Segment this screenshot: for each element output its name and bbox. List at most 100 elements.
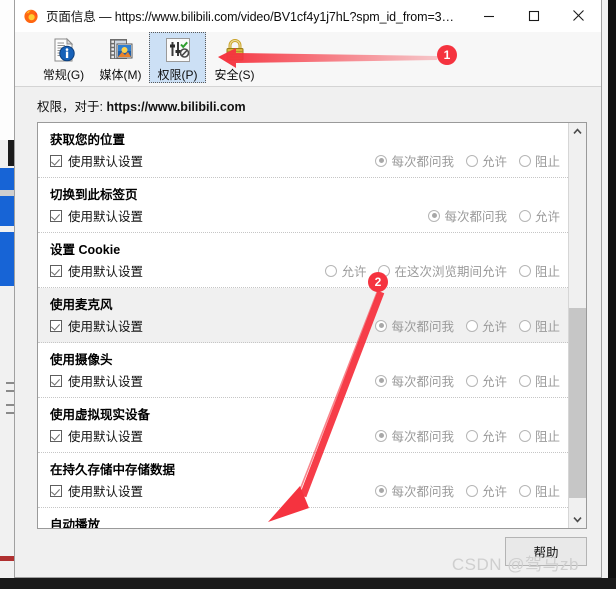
chevron-up-icon[interactable] bbox=[569, 123, 586, 140]
permission-option[interactable]: 允许 bbox=[465, 371, 507, 390]
radio-dot[interactable] bbox=[378, 264, 391, 277]
permission-options: 每次都问我 允许 阻止 bbox=[375, 151, 560, 170]
checkbox-box[interactable] bbox=[50, 209, 62, 222]
use-default-checkbox[interactable]: 使用默认设置 bbox=[50, 206, 143, 225]
tab-permissions-label: 权限(P) bbox=[157, 68, 198, 82]
permission-title: 使用麦克风 bbox=[50, 298, 113, 312]
maximize-button[interactable] bbox=[511, 0, 556, 31]
permission-title: 获取您的位置 bbox=[50, 133, 126, 147]
scrollbar-track[interactable] bbox=[569, 140, 586, 511]
permission-option[interactable]: 允许 bbox=[325, 261, 366, 280]
radio-dot[interactable] bbox=[518, 209, 531, 222]
background-tick-2 bbox=[6, 390, 14, 392]
tab-security-label: 安全(S) bbox=[214, 68, 255, 82]
padlock-icon bbox=[221, 35, 249, 65]
radio-dot[interactable] bbox=[465, 429, 478, 442]
use-default-checkbox[interactable]: 使用默认设置 bbox=[50, 426, 143, 445]
radio-dot[interactable] bbox=[518, 484, 531, 497]
use-default-checkbox[interactable]: 使用默认设置 bbox=[50, 151, 143, 170]
checkbox-box[interactable] bbox=[50, 374, 62, 387]
page-info-dialog: 页面信息 — https://www.bilibili.com/video/BV… bbox=[14, 0, 602, 578]
use-default-label: 使用默认设置 bbox=[68, 430, 144, 444]
checkbox-box[interactable] bbox=[50, 429, 62, 442]
permission-option[interactable]: 允许 bbox=[465, 481, 507, 500]
permission-option[interactable]: 每次都问我 bbox=[375, 481, 454, 500]
radio-dot[interactable] bbox=[465, 374, 478, 387]
permission-title: 在持久存储中存储数据 bbox=[50, 463, 176, 477]
dialog-footer: 帮助 CSDN @驾马zb bbox=[15, 529, 601, 577]
permission-option-label: 允许 bbox=[341, 265, 367, 279]
permission-options: 允许 在这次浏览期间允许 阻止 bbox=[325, 261, 560, 280]
permission-option[interactable]: 每次都问我 bbox=[428, 206, 507, 225]
vertical-scrollbar[interactable] bbox=[568, 123, 586, 528]
checkbox-box[interactable] bbox=[50, 319, 62, 332]
tab-permissions[interactable]: 权限(P) bbox=[149, 32, 206, 83]
permission-option[interactable]: 阻止 bbox=[518, 261, 560, 280]
use-default-checkbox[interactable]: 使用默认设置 bbox=[50, 316, 143, 335]
permission-title: 切换到此标签页 bbox=[50, 188, 138, 202]
radio-dot[interactable] bbox=[518, 154, 531, 167]
use-default-checkbox[interactable]: 使用默认设置 bbox=[50, 481, 143, 500]
radio-dot[interactable] bbox=[518, 264, 531, 277]
permission-option[interactable]: 每次都问我 bbox=[375, 371, 454, 390]
radio-dot[interactable] bbox=[375, 374, 388, 387]
chevron-down-icon[interactable] bbox=[569, 511, 586, 528]
permission-options: 每次都问我 允许 阻止 bbox=[375, 371, 560, 390]
radio-dot[interactable] bbox=[325, 264, 338, 277]
permission-option-label: 每次都问我 bbox=[391, 320, 454, 334]
radio-dot[interactable] bbox=[465, 484, 478, 497]
permission-option-label: 允许 bbox=[481, 375, 507, 389]
scrollbar-thumb[interactable] bbox=[569, 308, 586, 498]
radio-dot[interactable] bbox=[375, 484, 388, 497]
radio-dot[interactable] bbox=[375, 319, 388, 332]
tab-general-label: 常规(G) bbox=[42, 68, 85, 82]
background-tick-1 bbox=[6, 382, 14, 384]
tab-general[interactable]: 常规(G) bbox=[35, 32, 92, 83]
permission-option[interactable]: 阻止 bbox=[518, 426, 560, 445]
close-button[interactable] bbox=[556, 0, 601, 31]
permission-option[interactable]: 允许 bbox=[518, 206, 560, 225]
permission-option[interactable]: 每次都问我 bbox=[375, 151, 454, 170]
use-default-checkbox[interactable]: 使用默认设置 bbox=[50, 371, 143, 390]
radio-dot[interactable] bbox=[518, 374, 531, 387]
permission-option[interactable]: 每次都问我 bbox=[375, 426, 454, 445]
tab-media-label: 媒体(M) bbox=[99, 68, 142, 82]
permission-options: 每次都问我 允许 阻止 bbox=[375, 316, 560, 335]
permission-option-label: 允许 bbox=[481, 155, 507, 169]
use-default-checkbox[interactable]: 使用默认设置 bbox=[50, 261, 143, 280]
permission-option[interactable]: 阻止 bbox=[518, 481, 560, 500]
radio-dot[interactable] bbox=[375, 154, 388, 167]
permission-option[interactable]: 允许 bbox=[465, 316, 507, 335]
permission-option[interactable]: 允许 bbox=[465, 426, 507, 445]
radio-dot[interactable] bbox=[428, 209, 441, 222]
permission-options: 每次都问我 允许 bbox=[428, 206, 560, 225]
permission-option[interactable]: 阻止 bbox=[518, 316, 560, 335]
checkbox-box[interactable] bbox=[50, 484, 62, 497]
permission-option[interactable]: 阻止 bbox=[518, 371, 560, 390]
radio-dot[interactable] bbox=[465, 154, 478, 167]
use-default-label: 使用默认设置 bbox=[68, 320, 144, 334]
tab-media[interactable]: 媒体(M) bbox=[92, 32, 149, 83]
permission-options: 每次都问我 允许 阻止 bbox=[375, 426, 560, 445]
radio-dot[interactable] bbox=[465, 319, 478, 332]
radio-dot[interactable] bbox=[518, 319, 531, 332]
permission-option-label: 允许 bbox=[481, 485, 507, 499]
checkbox-box[interactable] bbox=[50, 154, 62, 167]
checkbox-box[interactable] bbox=[50, 264, 62, 277]
permission-option-label: 允许 bbox=[481, 320, 507, 334]
permissions-list-box: 获取您的位置 使用默认设置 每次都问我 允许 阻止 切换到此标签页 使用默认设置 每次都问我允… bbox=[37, 122, 587, 529]
use-default-label: 使用默认设置 bbox=[68, 265, 144, 279]
permission-option[interactable]: 允许 bbox=[465, 151, 507, 170]
minimize-button[interactable] bbox=[466, 0, 511, 31]
permissions-for-site: https://www.bilibili.com bbox=[106, 100, 246, 114]
permission-row: 使用麦克风使用默认设置 每次都问我 允许 阻止 bbox=[38, 288, 568, 343]
title-bar: 页面信息 — https://www.bilibili.com/video/BV… bbox=[15, 0, 601, 32]
radio-dot[interactable] bbox=[518, 429, 531, 442]
permission-option[interactable]: 在这次浏览期间允许 bbox=[378, 261, 507, 280]
permission-title: 使用虚拟现实设备 bbox=[50, 408, 151, 422]
permission-option-label: 每次都问我 bbox=[444, 210, 507, 224]
tab-security[interactable]: 安全(S) bbox=[206, 32, 263, 83]
permission-option[interactable]: 每次都问我 bbox=[375, 316, 454, 335]
permission-option[interactable]: 阻止 bbox=[518, 151, 560, 170]
radio-dot[interactable] bbox=[375, 429, 388, 442]
